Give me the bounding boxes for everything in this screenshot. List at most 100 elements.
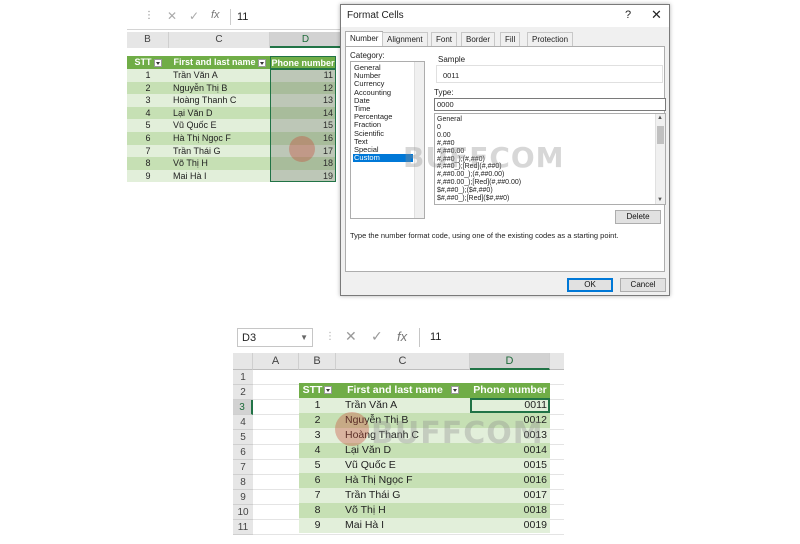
cell-stt[interactable]: 7	[299, 488, 336, 503]
cell-stt[interactable]: 2	[299, 413, 336, 428]
cell-stt[interactable]: 1	[127, 69, 169, 82]
cell-name[interactable]: Võ Thị H	[345, 503, 470, 518]
scroll-down-icon[interactable]: ▼	[657, 197, 663, 203]
cell-stt[interactable]: 6	[299, 473, 336, 488]
header-name[interactable]: First and last name	[169, 56, 270, 69]
tab-protection[interactable]: Protection	[527, 32, 574, 46]
chevron-down-icon[interactable]: ▼	[300, 329, 308, 347]
column-header-d[interactable]: D	[470, 353, 550, 370]
tab-border[interactable]: Border	[461, 32, 496, 46]
scroll-thumb[interactable]	[657, 126, 664, 144]
name-box[interactable]: D3 ▼	[237, 328, 313, 347]
header-name[interactable]: First and last name	[336, 383, 470, 398]
more-icon[interactable]: ⋮	[144, 10, 154, 21]
select-all-corner[interactable]	[233, 353, 253, 370]
column-header-a[interactable]: A	[253, 353, 299, 370]
cell-stt[interactable]: 9	[299, 518, 336, 533]
cell-stt[interactable]: 8	[127, 157, 169, 170]
row-header[interactable]: 9	[233, 490, 253, 505]
row-header[interactable]: 3	[233, 400, 253, 415]
formula-input[interactable]: 11	[230, 9, 342, 25]
tab-alignment[interactable]: Alignment	[382, 32, 428, 46]
tab-number[interactable]: Number	[345, 31, 384, 47]
header-stt[interactable]: STT	[127, 56, 169, 69]
cell-name[interactable]: Nguyễn Thị B	[173, 82, 270, 95]
header-phone[interactable]: Phone number	[470, 383, 550, 410]
cell-name[interactable]: Trần Thái G	[345, 488, 470, 503]
tab-fill[interactable]: Fill	[500, 32, 521, 46]
help-icon[interactable]: ?	[625, 9, 631, 21]
row-header[interactable]: 5	[233, 430, 253, 445]
active-cell-d3[interactable]	[470, 398, 550, 413]
cell-stt[interactable]: 7	[127, 145, 169, 158]
cell-stt[interactable]: 6	[127, 132, 169, 145]
cell-name[interactable]: Hoàng Thanh C	[173, 94, 270, 107]
delete-button[interactable]: Delete	[615, 210, 661, 224]
type-input[interactable]: 0000	[434, 98, 666, 111]
tab-font[interactable]: Font	[431, 32, 458, 46]
fx-icon[interactable]: fx	[211, 9, 220, 21]
column-header-b[interactable]: B	[127, 32, 169, 48]
format-code-item[interactable]: $#,##0_);[Red]($#,##0)	[437, 195, 509, 203]
cell-phone[interactable]: 0018	[470, 503, 547, 518]
row-header[interactable]: 8	[233, 475, 253, 490]
format-code-item[interactable]: 0.00	[437, 132, 451, 140]
format-code-item[interactable]: #,##0.00_);[Red](#,##0.00)	[437, 179, 521, 187]
filter-dropdown-icon[interactable]	[324, 386, 333, 395]
cancel-icon[interactable]: ✕	[167, 9, 177, 23]
row-header[interactable]: 1	[233, 370, 253, 385]
cell-name[interactable]: Vũ Quốc E	[345, 458, 470, 473]
format-code-item[interactable]: $#,##0_);($#,##0)	[437, 187, 493, 195]
cell-name[interactable]: Mai Hà I	[173, 170, 270, 183]
scroll-up-icon[interactable]: ▲	[657, 115, 663, 121]
filter-dropdown-icon[interactable]	[257, 58, 266, 67]
enter-icon[interactable]: ✓	[189, 9, 199, 23]
cell-name[interactable]: Trần Thái G	[173, 145, 270, 158]
filter-dropdown-icon[interactable]	[153, 58, 162, 67]
cell-stt[interactable]: 8	[299, 503, 336, 518]
cell-stt[interactable]: 2	[127, 82, 169, 95]
column-header-d[interactable]: D	[270, 32, 342, 48]
row-header[interactable]: 10	[233, 505, 253, 520]
cell-name[interactable]: Hà Thị Ngọc F	[173, 132, 270, 145]
cell-name[interactable]: Trần Văn A	[345, 398, 470, 413]
cell-name[interactable]: Võ Thị H	[173, 157, 270, 170]
cell-name[interactable]: Mai Hà I	[345, 518, 470, 533]
close-icon[interactable]: ✕	[651, 7, 662, 23]
column-header-c[interactable]: C	[169, 32, 270, 48]
cell-name[interactable]: Vũ Quốc E	[173, 119, 270, 132]
formula-input[interactable]: 11	[419, 328, 564, 347]
format-list-scrollbar[interactable]: ▲ ▼	[655, 114, 665, 204]
fx-icon[interactable]: fx	[397, 329, 407, 344]
cancel-button[interactable]: Cancel	[620, 278, 666, 292]
cell-stt[interactable]: 5	[127, 119, 169, 132]
cell-phone[interactable]: 0016	[470, 473, 547, 488]
cell-name[interactable]: Trần Văn A	[173, 69, 270, 82]
column-header-b[interactable]: B	[299, 353, 336, 370]
dialog-titlebar[interactable]: Format Cells ? ✕	[341, 5, 669, 27]
cell-name[interactable]: Lại Văn D	[173, 107, 270, 120]
cell-phone[interactable]: 0019	[470, 518, 547, 533]
row-header[interactable]: 7	[233, 460, 253, 475]
filter-dropdown-icon[interactable]	[450, 386, 459, 395]
cell-phone[interactable]: 0017	[470, 488, 547, 503]
row-header[interactable]: 6	[233, 445, 253, 460]
cell-phone[interactable]: 0015	[470, 458, 547, 473]
cell-stt[interactable]: 4	[127, 107, 169, 120]
format-code-item[interactable]: General	[437, 116, 462, 124]
column-header-e[interactable]	[550, 353, 564, 370]
cell-stt[interactable]: 3	[299, 428, 336, 443]
cell-stt[interactable]: 1	[299, 398, 336, 413]
cancel-icon[interactable]: ✕	[345, 328, 357, 345]
cell-stt[interactable]: 9	[127, 170, 169, 183]
enter-icon[interactable]: ✓	[371, 328, 383, 345]
header-stt[interactable]: STT	[299, 383, 336, 398]
column-header-c[interactable]: C	[336, 353, 470, 370]
cell-name[interactable]: Hà Thị Ngọc F	[345, 473, 470, 488]
format-code-item[interactable]: 0	[437, 124, 441, 132]
ok-button[interactable]: OK	[567, 278, 613, 292]
cell-stt[interactable]: 3	[127, 94, 169, 107]
category-scrollbar[interactable]	[414, 62, 424, 218]
cell-stt[interactable]: 4	[299, 443, 336, 458]
more-icon[interactable]: ⋮	[325, 331, 335, 342]
